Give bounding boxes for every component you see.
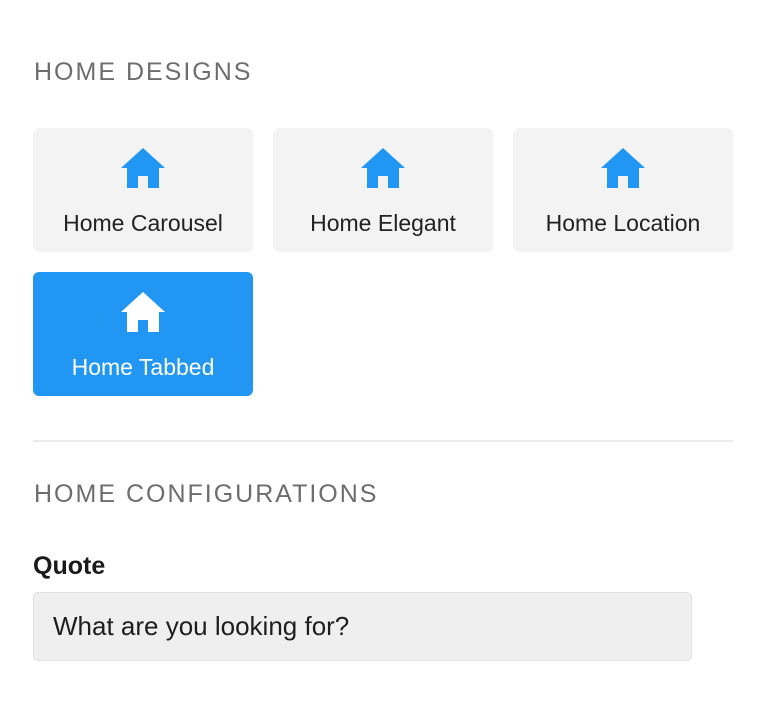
section-divider [33, 440, 733, 442]
design-card-label: Home Elegant [310, 210, 456, 236]
home-icon [359, 146, 407, 190]
design-card-label: Home Tabbed [71, 354, 215, 380]
design-card-label: Home Carousel [63, 210, 223, 236]
design-card-home-tabbed[interactable]: Home Tabbed [33, 272, 253, 396]
design-card-home-carousel[interactable]: Home Carousel [33, 128, 253, 252]
home-settings-panel: HOME DESIGNS Home Carousel Home Elegant … [0, 0, 772, 713]
home-icon [119, 290, 167, 334]
quote-label: Quote [33, 552, 106, 580]
home-configurations-heading: HOME CONFIGURATIONS [34, 480, 379, 508]
design-card-label: Home Location [545, 210, 701, 236]
home-icon [599, 146, 647, 190]
design-card-home-elegant[interactable]: Home Elegant [273, 128, 493, 252]
design-card-home-location[interactable]: Home Location [513, 128, 733, 252]
quote-input[interactable] [33, 592, 692, 661]
home-icon [119, 146, 167, 190]
home-designs-heading: HOME DESIGNS [34, 58, 253, 86]
